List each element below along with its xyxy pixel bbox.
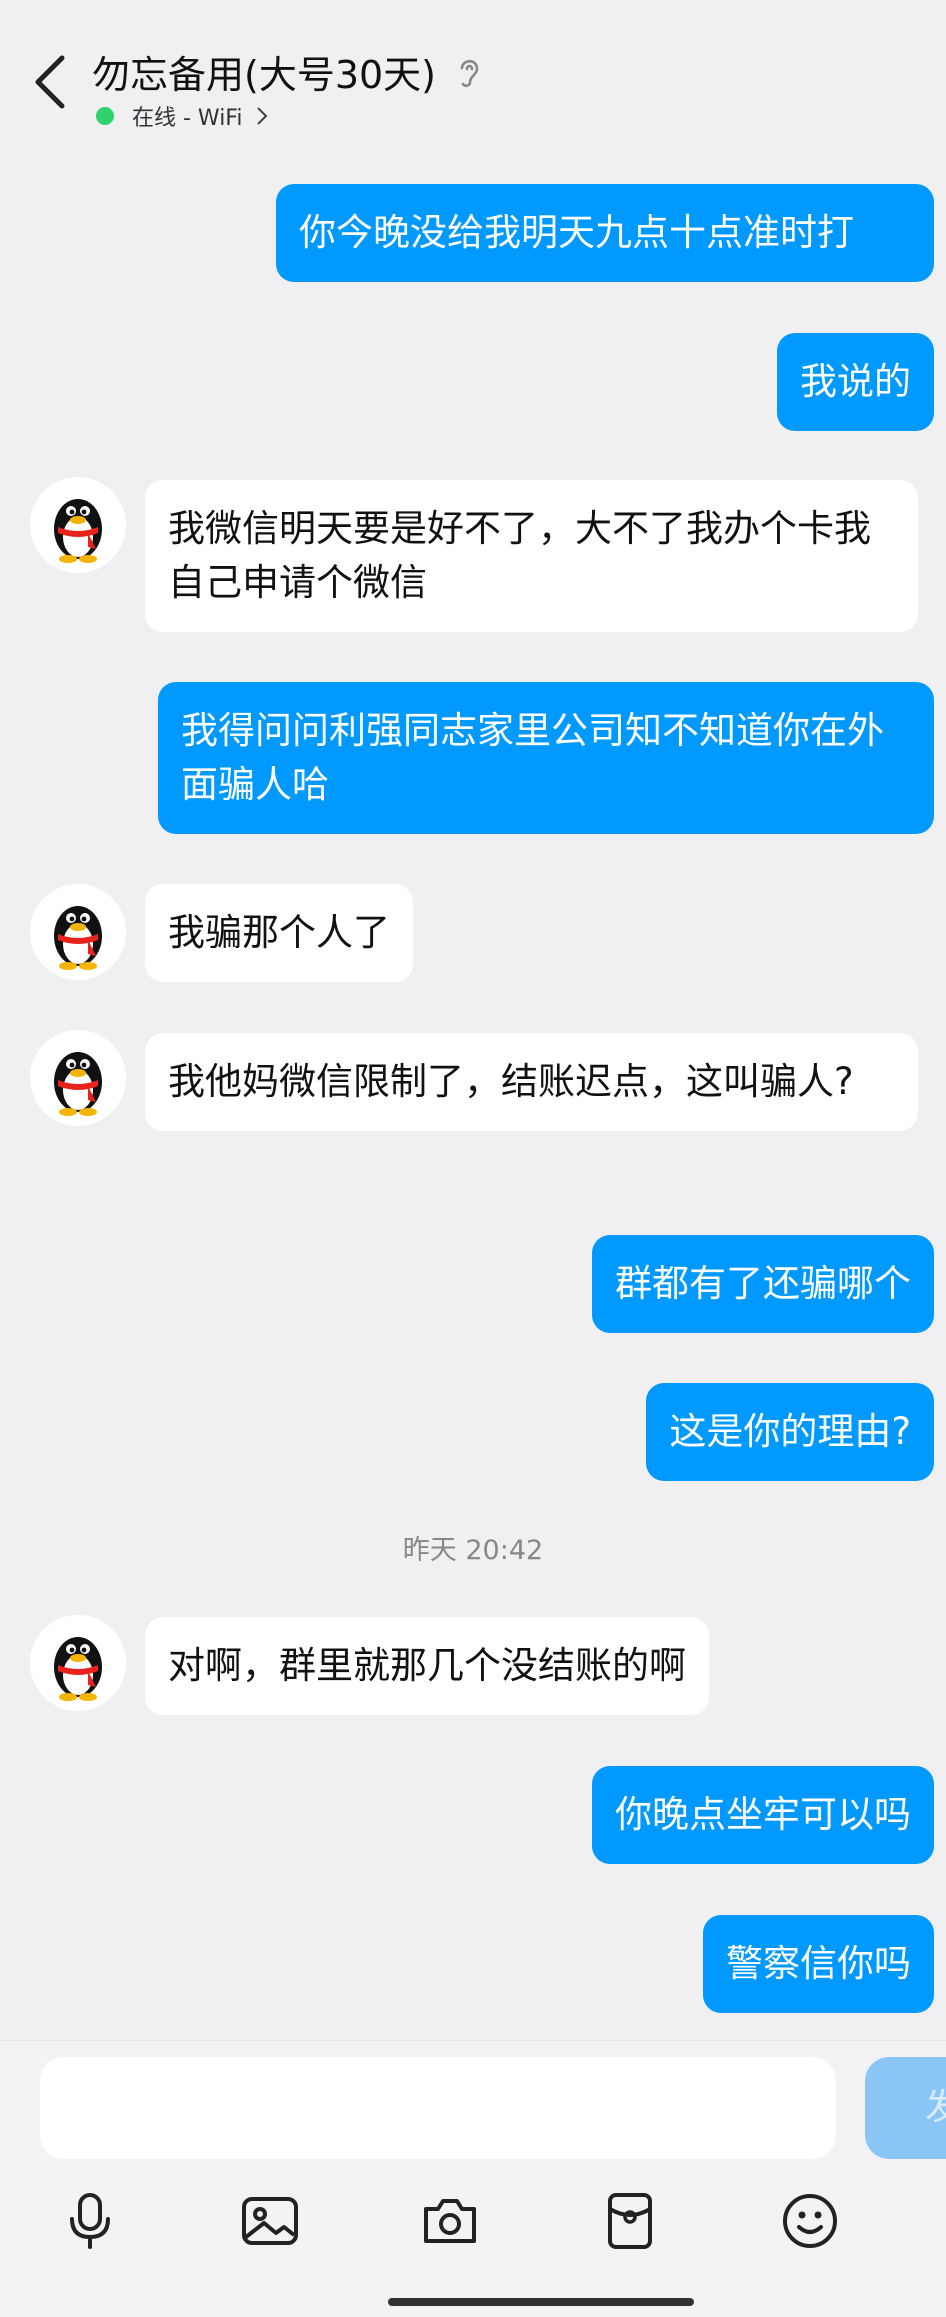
input-bar: 发 bbox=[0, 2040, 946, 2317]
penguin-avatar-icon bbox=[30, 1030, 126, 1126]
penguin-avatar-icon bbox=[30, 477, 126, 573]
send-button[interactable]: 发 bbox=[865, 2057, 946, 2159]
message-bubble-received[interactable]: 我微信明天要是好不了，大不了我办个卡我自己申请个微信 bbox=[145, 480, 918, 632]
title-row[interactable]: 勿忘备用(大号30天) bbox=[92, 44, 484, 99]
message-bubble-sent[interactable]: 警察信你吗 bbox=[703, 1915, 934, 2013]
message-input[interactable] bbox=[40, 2057, 836, 2159]
penguin-avatar-icon bbox=[30, 1615, 126, 1711]
penguin-avatar-icon bbox=[30, 884, 126, 980]
chevron-right-icon bbox=[257, 107, 268, 125]
microphone-icon[interactable] bbox=[58, 2189, 122, 2253]
message-bubble-sent[interactable]: 这是你的理由? bbox=[646, 1383, 934, 1481]
avatar[interactable] bbox=[30, 884, 126, 980]
message-bubble-sent[interactable]: 我说的 bbox=[777, 333, 934, 431]
message-timestamp: 昨天 20:42 bbox=[402, 1535, 544, 1566]
camera-icon[interactable] bbox=[418, 2189, 482, 2253]
online-dot-icon bbox=[96, 107, 114, 125]
avatar[interactable] bbox=[30, 477, 126, 573]
message-bubble-received[interactable]: 对啊，群里就那几个没结账的啊 bbox=[145, 1617, 709, 1715]
message-bubble-sent[interactable]: 我得问问利强同志家里公司知不知道你在外面骗人哈 bbox=[158, 682, 934, 834]
online-status[interactable]: 在线 - WiFi bbox=[96, 100, 268, 132]
contact-name[interactable]: 勿忘备用(大号30天) bbox=[92, 44, 436, 99]
message-bubble-sent[interactable]: 群都有了还骗哪个 bbox=[592, 1235, 934, 1333]
back-arrow-icon[interactable] bbox=[30, 52, 74, 112]
message-bubble-sent[interactable]: 你晚点坐牢可以吗 bbox=[592, 1766, 934, 1864]
avatar[interactable] bbox=[30, 1030, 126, 1126]
status-text: 在线 - WiFi bbox=[132, 106, 243, 131]
emoji-icon[interactable] bbox=[778, 2189, 842, 2253]
message-bubble-sent[interactable]: 你今晚没给我明天九点十点准时打 bbox=[276, 184, 934, 282]
image-icon[interactable] bbox=[238, 2189, 302, 2253]
ear-icon[interactable] bbox=[454, 54, 484, 90]
avatar[interactable] bbox=[30, 1615, 126, 1711]
message-bubble-received[interactable]: 我他妈微信限制了，结账迟点，这叫骗人? bbox=[145, 1033, 918, 1131]
home-indicator[interactable] bbox=[388, 2298, 694, 2306]
red-packet-icon[interactable] bbox=[598, 2189, 662, 2253]
chat-header: 勿忘备用(大号30天) 在线 - WiFi bbox=[0, 0, 946, 160]
message-bubble-received[interactable]: 我骗那个人了 bbox=[145, 884, 413, 982]
input-toolbar bbox=[0, 2189, 946, 2269]
